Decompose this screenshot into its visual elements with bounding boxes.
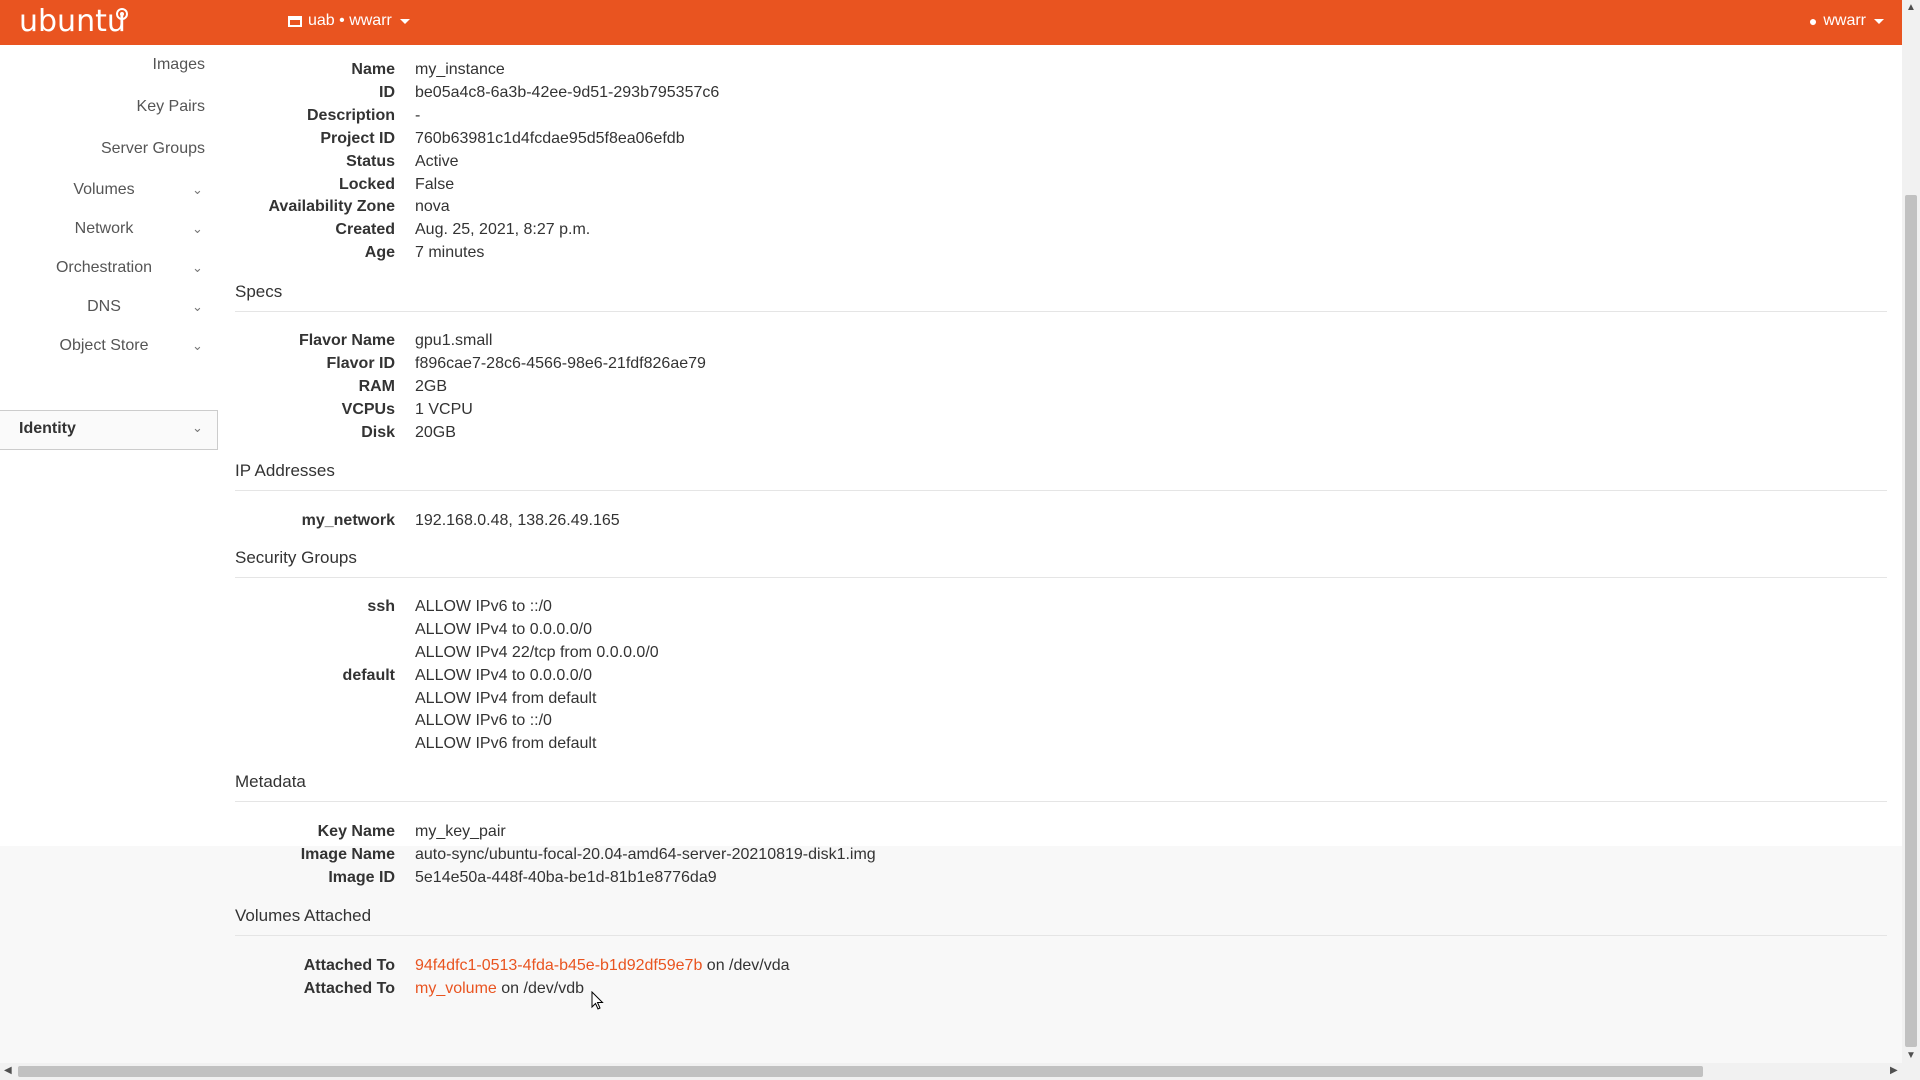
scroll-right-icon[interactable]: ▶ <box>1890 1065 1898 1076</box>
detail-value: Aug. 25, 2021, 8:27 p.m. <box>415 221 591 238</box>
chevron-down-icon: ⌄ <box>192 299 203 314</box>
detail-key: Description <box>306 107 395 124</box>
security-rule: ALLOW IPv4 22/tcp from 0.0.0.0/0 <box>415 644 659 661</box>
detail-key: Age <box>364 244 395 261</box>
security-rule: ALLOW IPv6 from default <box>415 735 597 752</box>
caret-down-icon <box>399 18 410 24</box>
section-divider <box>235 311 1887 312</box>
instance-detail-overview: Name my_instance ID be05a4c8-6a3b-42ee-9… <box>235 45 1887 1065</box>
vertical-scrollbar[interactable]: ▲ ▼ <box>1902 0 1920 1065</box>
detail-value: my_instance <box>415 61 505 78</box>
horizontal-scrollbar-thumb[interactable] <box>18 1066 1703 1077</box>
detail-value: Active <box>415 153 459 170</box>
section-divider <box>235 935 1887 936</box>
detail-key: my_network <box>301 512 395 529</box>
detail-key: VCPUs <box>341 401 395 418</box>
detail-key: Locked <box>338 176 395 193</box>
horizontal-scrollbar[interactable]: ◀ ▶ <box>0 1063 1920 1080</box>
volume-device: on /dev/vdb <box>496 980 584 997</box>
volume-device: on /dev/vda <box>702 957 790 974</box>
detail-key: RAM <box>358 378 395 395</box>
section-title-security-groups: Security Groups <box>235 548 357 567</box>
detail-value: be05a4c8-6a3b-42ee-9d51-293b795357c6 <box>415 84 720 101</box>
sidebar-item-label: DNS <box>87 298 121 315</box>
image-name-link[interactable]: auto-sync/ubuntu-focal-20.04-amd64-serve… <box>415 843 876 866</box>
user-icon: ● <box>1808 13 1818 29</box>
detail-value: 1 VCPU <box>415 401 473 418</box>
detail-value: my_key_pair <box>415 823 506 840</box>
ubuntu-logo[interactable]: ubuntu <box>19 4 126 40</box>
detail-key: ID <box>379 84 395 101</box>
detail-key: ssh <box>367 598 395 615</box>
mouse-pointer-icon <box>591 991 604 1010</box>
security-rule: ALLOW IPv6 to ::/0 <box>415 712 552 729</box>
detail-key: Availability Zone <box>268 198 395 215</box>
detail-key: Attached To <box>303 980 395 997</box>
top-navbar: ubuntu uab • wwarr ● wwarr <box>0 0 1902 45</box>
detail-key: default <box>342 667 395 684</box>
security-rule: ALLOW IPv6 to ::/0 <box>415 598 552 615</box>
detail-key: Project ID <box>320 130 395 147</box>
project-selector-label: uab • wwarr <box>308 12 392 29</box>
user-menu-dropdown[interactable]: ● wwarr <box>1809 12 1884 30</box>
project-icon <box>288 15 302 27</box>
detail-value: 760b63981c1d4fcdae95d5f8ea06efdb <box>415 130 685 147</box>
detail-value: gpu1.small <box>415 332 493 349</box>
section-title-metadata: Metadata <box>235 772 306 791</box>
detail-key: Flavor ID <box>326 355 395 372</box>
volume-link[interactable]: 94f4dfc1-0513-4fda-b45e-b1d92df59e7b <box>415 957 702 974</box>
detail-key: Status <box>346 153 395 170</box>
detail-key: Image ID <box>328 869 395 886</box>
detail-key: Created <box>335 221 395 238</box>
section-divider <box>235 490 1887 491</box>
section-title-specs: Specs <box>235 282 283 301</box>
caret-down-icon <box>1874 18 1884 24</box>
detail-value: nova <box>415 198 450 215</box>
volume-link[interactable]: my_volume <box>415 980 497 997</box>
detail-value: False <box>415 176 455 193</box>
section-divider <box>235 801 1887 802</box>
detail-value: my_volume on /dev/vdb <box>415 977 584 1000</box>
detail-key: Key Name <box>317 823 395 840</box>
detail-value: 94f4dfc1-0513-4fda-b45e-b1d92df59e7b on … <box>415 954 790 977</box>
vertical-scrollbar-thumb[interactable] <box>1905 195 1917 1047</box>
detail-value: - <box>415 107 421 124</box>
detail-key: Attached To <box>303 957 395 974</box>
security-rule: ALLOW IPv4 to 0.0.0.0/0 <box>415 621 592 638</box>
detail-value: 192.168.0.48, 138.26.49.165 <box>415 512 620 529</box>
sidebar-item-label: Identity <box>19 420 76 437</box>
scroll-down-icon[interactable]: ▼ <box>1906 1050 1916 1061</box>
security-rule: ALLOW IPv4 to 0.0.0.0/0 <box>415 667 592 684</box>
detail-value: 2GB <box>415 378 448 395</box>
detail-key: Flavor Name <box>298 332 395 349</box>
scroll-left-icon[interactable]: ◀ <box>4 1065 12 1076</box>
detail-value: 7 minutes <box>415 244 485 261</box>
user-menu-label: wwarr <box>1823 12 1866 29</box>
detail-value: 5e14e50a-448f-40ba-be1d-81b1e8776da9 <box>415 869 717 886</box>
detail-value: 20GB <box>415 424 456 441</box>
detail-key: Image Name <box>300 846 395 863</box>
detail-key: Name <box>351 61 395 78</box>
scroll-up-icon[interactable]: ▲ <box>1906 2 1916 13</box>
detail-value: f896cae7-28c6-4566-98e6-21fdf826ae79 <box>415 355 706 372</box>
detail-key: Disk <box>361 424 395 441</box>
ubuntu-circle-of-friends-icon <box>116 8 128 20</box>
section-title-ip-addresses: IP Addresses <box>235 461 335 480</box>
security-rule: ALLOW IPv4 from default <box>415 690 597 707</box>
section-title-volumes-attached: Volumes Attached <box>235 906 372 925</box>
project-selector-dropdown[interactable]: uab • wwarr <box>288 12 410 30</box>
sidebar-item-dns[interactable]: DNS ⌄ <box>0 292 220 322</box>
section-divider <box>235 577 1887 578</box>
